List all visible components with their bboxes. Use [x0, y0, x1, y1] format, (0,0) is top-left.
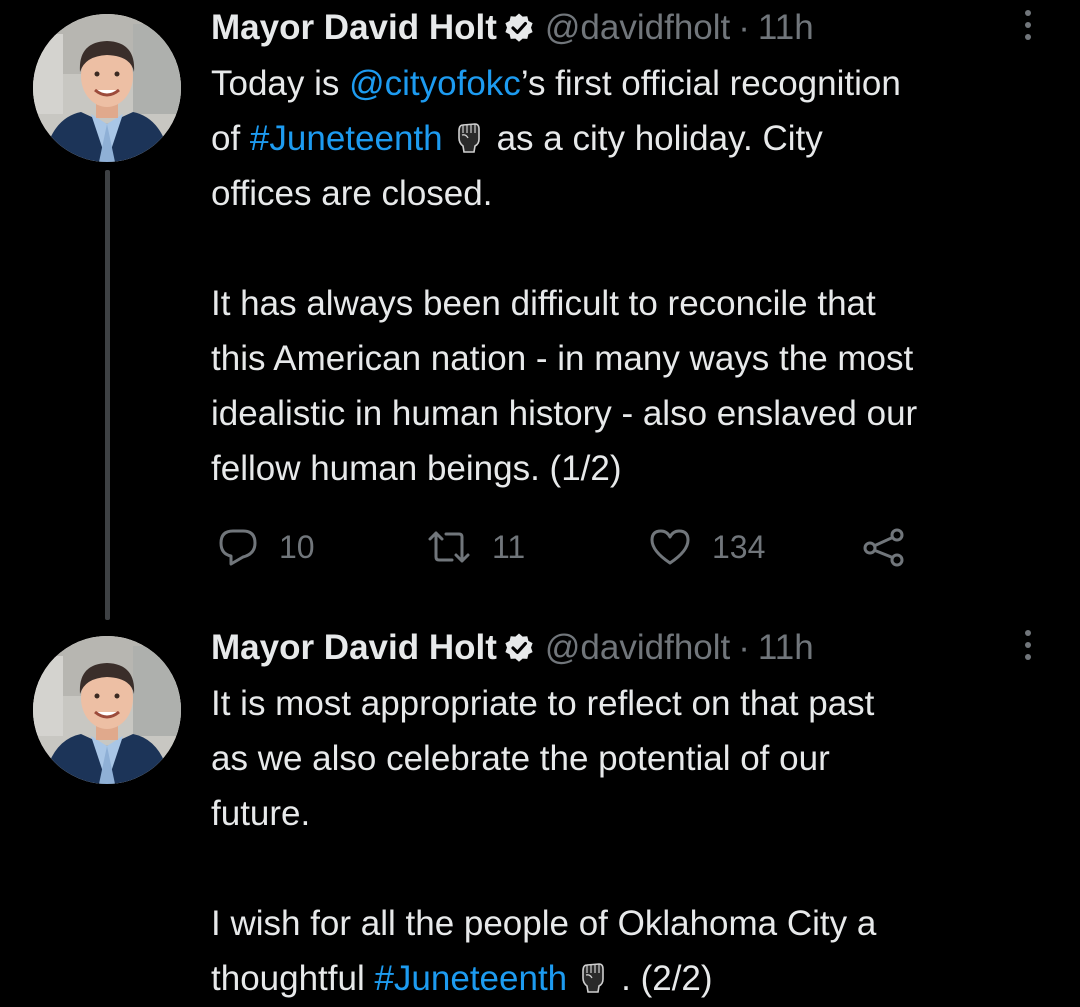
tweet-text-line: of #Juneteenth as a city holiday. City: [211, 119, 823, 158]
verified-badge-icon: [505, 633, 533, 662]
more-vertical-icon[interactable]: [1022, 630, 1034, 668]
tweet-text-line: idealistic in human history - also ensla…: [211, 394, 918, 433]
avatar-photo: [33, 636, 181, 784]
tweet-header: Mayor David Holt @davidfholt · 11h: [211, 4, 814, 52]
reply-button[interactable]: 10: [217, 522, 315, 572]
tweet-text-line: this American nation - in many ways the …: [211, 339, 914, 378]
share-button[interactable]: [861, 522, 907, 572]
header-separator: ·: [738, 628, 750, 667]
tweet-actions: 10 11 134: [211, 522, 931, 572]
reply-icon: [219, 529, 257, 566]
author-display-name[interactable]: Mayor David Holt: [211, 8, 497, 48]
reply-count: 10: [279, 528, 315, 565]
retweet-icon: [428, 531, 470, 563]
tweet-text-line: future.: [211, 794, 311, 833]
like-button[interactable]: 134: [648, 522, 765, 572]
tweet-text-line: It is most appropriate to reflect on tha…: [211, 684, 875, 723]
heart-icon: [650, 529, 690, 565]
tweet-2[interactable]: Mayor David Holt @davidfholt · 11h It is…: [0, 620, 1080, 1007]
hashtag-link[interactable]: #Juneteenth: [250, 119, 443, 158]
mention-link[interactable]: @cityofokc: [349, 64, 521, 103]
tweet-timestamp[interactable]: 11h: [758, 8, 814, 48]
author-handle[interactable]: @davidfholt: [545, 8, 730, 48]
header-separator: ·: [738, 8, 750, 47]
paragraph-break: [211, 221, 1051, 276]
tweet-text-line: Today is @cityofokc’s first official rec…: [211, 64, 901, 103]
retweet-button[interactable]: 11: [426, 522, 525, 572]
hashtag-link[interactable]: #Juneteenth: [374, 959, 567, 998]
author-avatar[interactable]: [33, 14, 181, 162]
author-handle[interactable]: @davidfholt: [545, 628, 730, 668]
avatar-photo: [33, 14, 181, 162]
tweet-text-line: as we also celebrate the potential of ou…: [211, 739, 830, 778]
paragraph-break: [211, 841, 1051, 896]
tweet-text-line: thoughtful #Juneteenth. (2/2): [211, 959, 713, 998]
retweet-count: 11: [492, 528, 526, 565]
tweet-text-line: offices are closed.: [211, 174, 493, 213]
author-display-name[interactable]: Mayor David Holt: [211, 628, 497, 668]
share-icon: [863, 528, 904, 567]
like-count: 134: [712, 528, 766, 565]
tweet-1[interactable]: Mayor David Holt @davidfholt · 11h Today…: [0, 0, 1080, 620]
verified-badge-icon: [505, 13, 533, 42]
more-vertical-icon[interactable]: [1022, 10, 1034, 48]
tweet-timestamp[interactable]: 11h: [758, 628, 814, 668]
raised-fist-emoji-icon: [457, 123, 480, 153]
tweet-text: It is most appropriate to reflect on tha…: [211, 676, 1051, 1006]
raised-fist-emoji-icon: [582, 963, 604, 993]
tweet-text-line: fellow human beings. (1/2): [211, 449, 622, 488]
tweet-text-line: It has always been difficult to reconcil…: [211, 284, 876, 323]
tweet-text: Today is @cityofokc’s first official rec…: [211, 56, 1051, 496]
tweet-text-line: I wish for all the people of Oklahoma Ci…: [211, 904, 877, 943]
author-avatar[interactable]: [33, 636, 181, 784]
thread-connector-line: [105, 170, 110, 620]
tweet-header: Mayor David Holt @davidfholt · 11h: [211, 624, 814, 672]
